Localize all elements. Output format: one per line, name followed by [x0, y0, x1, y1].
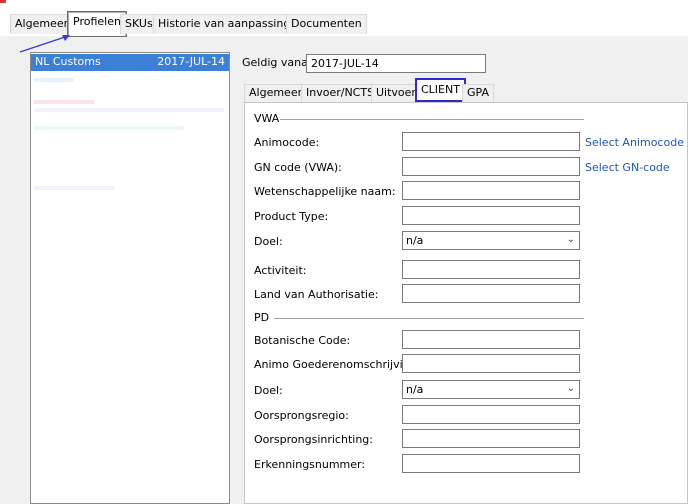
- section-vwa-title: VWA: [254, 112, 280, 125]
- doel-vwa-label: Doel:: [254, 235, 283, 248]
- land-van-authorisatie-label: Land van Authorisatie:: [254, 288, 379, 301]
- doel-pd-select[interactable]: n/a ⌄: [402, 380, 580, 399]
- rendering-artifact: [34, 126, 184, 130]
- gn-code-input[interactable]: [402, 157, 580, 176]
- profile-list-item-selected[interactable]: NL Customs 2017-JUL-14: [31, 54, 229, 71]
- product-type-label: Product Type:: [254, 210, 329, 223]
- activiteit-input[interactable]: [402, 260, 580, 279]
- profile-date: 2017-JUL-14: [157, 55, 225, 68]
- chevron-down-icon: ⌄: [566, 383, 575, 394]
- erkenningsnummer-label: Erkenningsnummer:: [254, 458, 366, 471]
- inner-tab-invoer-ncts[interactable]: Invoer/NCTS: [301, 84, 380, 102]
- gn-code-label: GN code (VWA):: [254, 161, 342, 174]
- botanische-code-label: Botanische Code:: [254, 334, 351, 347]
- profile-name: NL Customs: [35, 55, 101, 68]
- tab-documenten[interactable]: Documenten: [286, 14, 367, 34]
- rendering-artifact: [34, 186, 114, 190]
- rendering-artifact: [34, 100, 94, 104]
- doel-vwa-value: n/a: [406, 234, 424, 247]
- chevron-down-icon: ⌄: [566, 234, 575, 245]
- section-divider: [280, 119, 584, 120]
- rendering-artifact: [34, 78, 74, 82]
- land-van-authorisatie-input[interactable]: [402, 284, 580, 303]
- erkenningsnummer-input[interactable]: [402, 454, 580, 473]
- inner-tab-client[interactable]: CLIENT: [415, 78, 466, 102]
- red-mark: [0, 0, 6, 3]
- animocode-label: Animocode:: [254, 136, 320, 149]
- doel-vwa-select[interactable]: n/a ⌄: [402, 231, 580, 250]
- select-gn-code-link[interactable]: Select GN-code: [585, 161, 670, 174]
- inner-tab-uitvoer[interactable]: Uitvoer: [371, 84, 421, 102]
- profile-list[interactable]: [30, 52, 230, 504]
- wetenschappelijke-naam-label: Wetenschappelijke naam:: [254, 185, 396, 198]
- oorsprongsinrichting-input[interactable]: [402, 429, 580, 448]
- activiteit-label: Activiteit:: [254, 264, 307, 277]
- section-pd-title: PD: [254, 311, 270, 324]
- section-divider: [274, 318, 584, 319]
- inner-tab-gpa[interactable]: GPA: [462, 84, 494, 102]
- doel-pd-label: Doel:: [254, 384, 283, 397]
- geldig-vanaf-input[interactable]: 2017-JUL-14: [306, 54, 486, 73]
- inner-tab-algemeen[interactable]: Algemeen: [244, 84, 310, 102]
- oorsprongsregio-input[interactable]: [402, 405, 580, 424]
- product-type-input[interactable]: [402, 206, 580, 225]
- wetenschappelijke-naam-input[interactable]: [402, 181, 580, 200]
- animo-goederenomschrijving-label: Animo Goederenomschrijving:: [254, 358, 421, 371]
- animocode-input[interactable]: [402, 132, 580, 151]
- select-animocode-link[interactable]: Select Animocode: [585, 136, 684, 149]
- doel-pd-value: n/a: [406, 383, 424, 396]
- geldig-vanaf-label: Geldig vanaf:: [242, 56, 316, 69]
- animo-goederenomschrijving-input[interactable]: [402, 354, 580, 373]
- botanische-code-input[interactable]: [402, 330, 580, 349]
- oorsprongsinrichting-label: Oorsprongsinrichting:: [254, 433, 373, 446]
- arrow-annotation-icon: [19, 35, 70, 53]
- oorsprongsregio-label: Oorsprongsregio:: [254, 409, 349, 422]
- rendering-artifact: [34, 108, 224, 112]
